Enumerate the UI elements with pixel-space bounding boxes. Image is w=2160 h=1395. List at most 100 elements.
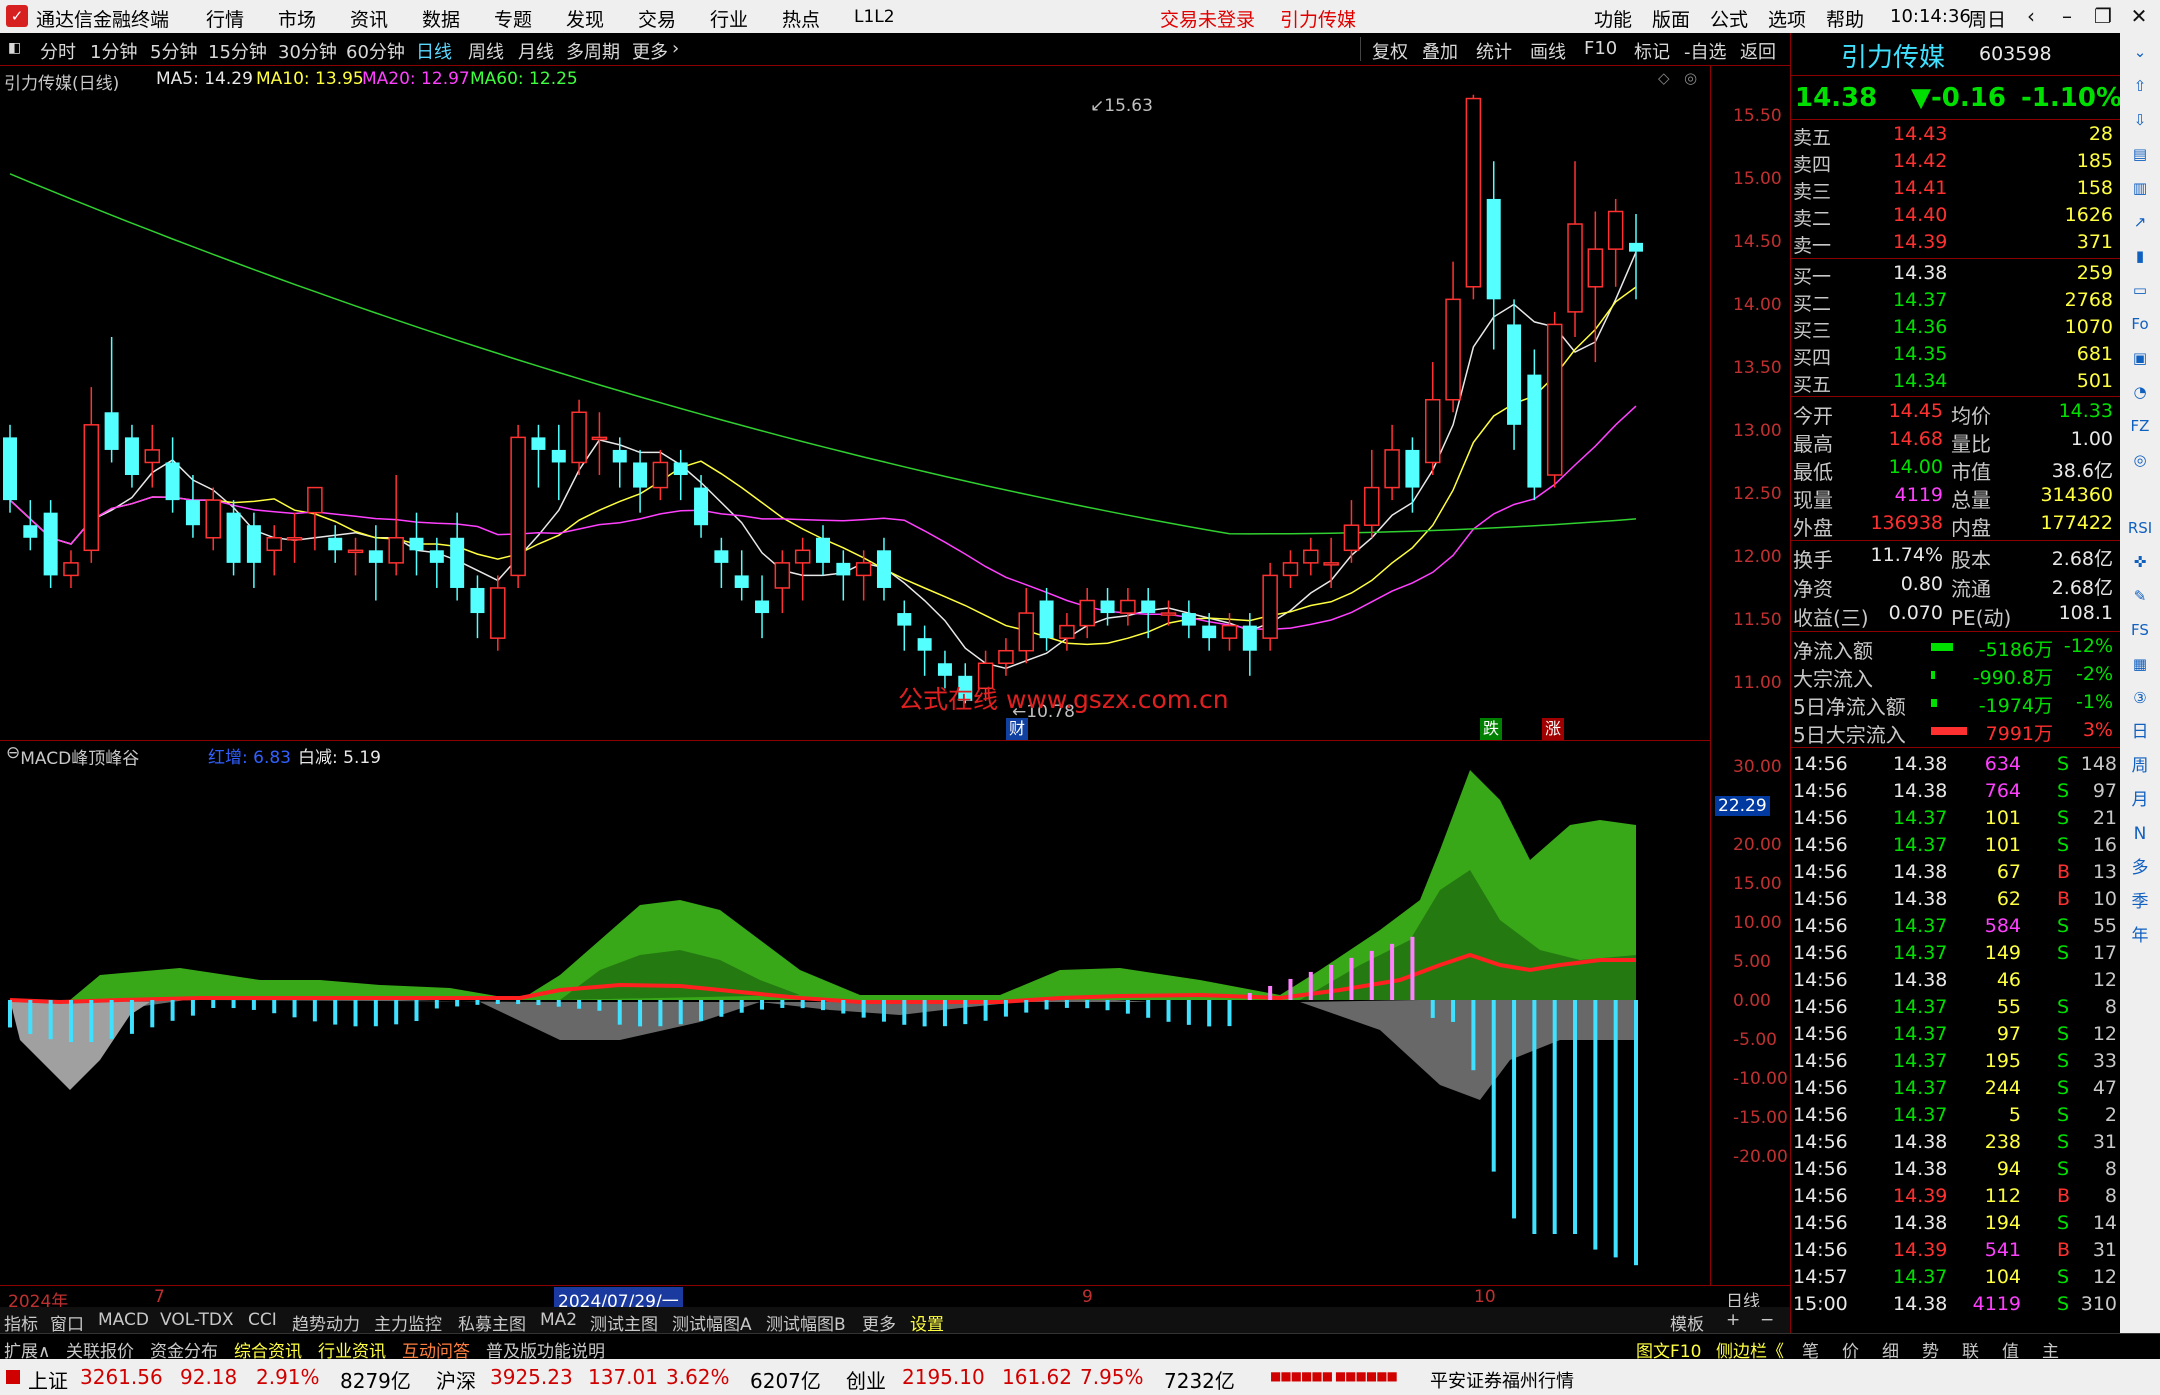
period-fenshi[interactable]: 分时 — [40, 38, 76, 64]
sidebar-tool-icon[interactable]: ③ — [2126, 685, 2154, 711]
candle-body[interactable] — [1262, 574, 1278, 639]
tab-ceshi-b[interactable]: 测试幅图B — [766, 1310, 846, 1335]
btn-fanhui[interactable]: 返回 — [1740, 38, 1776, 64]
sidebar-tool-icon[interactable]: RSI — [2126, 515, 2154, 541]
candle-body[interactable] — [1303, 549, 1319, 564]
candle-body[interactable] — [23, 525, 38, 538]
period-daily[interactable]: 日线 — [416, 38, 452, 64]
restore-icon[interactable]: ❐ — [2086, 3, 2120, 30]
candle-body[interactable] — [347, 549, 364, 554]
candle-body[interactable] — [1465, 97, 1482, 288]
sidebar-tool-icon[interactable]: ⇧ — [2126, 73, 2154, 99]
candle-body[interactable] — [1445, 298, 1461, 401]
sidebar-tool-icon[interactable]: ▤ — [2126, 141, 2154, 167]
candle-body[interactable] — [1242, 625, 1257, 651]
sidebar-tool-icon[interactable]: ↗ — [2126, 209, 2154, 235]
sh-label[interactable]: 上证 — [28, 1365, 68, 1394]
candle-body[interactable] — [531, 437, 546, 450]
tick-row[interactable]: 14:56 14.37 97 S 12 — [1791, 1021, 2121, 1048]
tick-row[interactable]: 14:57 14.37 104 S 12 — [1791, 1264, 2121, 1291]
period-more[interactable]: 更多 — [632, 38, 668, 64]
menu-xuanxiang[interactable]: 选项 — [1768, 5, 1806, 32]
candle-body[interactable] — [307, 486, 323, 514]
tick-row[interactable]: 14:56 14.37 584 S 55 — [1791, 913, 2121, 940]
candle-body[interactable] — [876, 550, 891, 588]
candle-body[interactable] — [1079, 599, 1095, 627]
period-30min[interactable]: 30分钟 — [278, 38, 337, 64]
menu-l1l2[interactable]: L1L2 — [854, 7, 895, 27]
sidebar-period-1[interactable]: 日 — [2126, 719, 2154, 745]
period-weekly[interactable]: 周线 — [468, 38, 504, 64]
tick-row[interactable]: 14:56 14.39 541 B 31 — [1791, 1237, 2121, 1264]
tab-qushi[interactable]: 趋势动力 — [292, 1310, 360, 1335]
candle-body[interactable] — [855, 562, 872, 577]
candle-body[interactable] — [551, 449, 566, 463]
tab-zhuli[interactable]: 主力监控 — [374, 1310, 442, 1335]
menu-banmian[interactable]: 版面 — [1652, 5, 1690, 32]
candle-body[interactable] — [755, 600, 770, 614]
menu-bangzhu[interactable]: 帮助 — [1826, 5, 1864, 32]
btn-huaxian[interactable]: 画线 — [1530, 38, 1566, 64]
candle-body[interactable] — [1202, 625, 1217, 639]
sidebar-period-6[interactable]: 季 — [2126, 889, 2154, 915]
candle-body[interactable] — [1607, 210, 1624, 250]
candle-body[interactable] — [836, 562, 851, 576]
sidebar-tool-icon[interactable]: FS — [2126, 617, 2154, 643]
tag-zhang[interactable]: 涨 — [1542, 718, 1564, 740]
period-multi[interactable]: 多周期 — [566, 38, 620, 64]
candle-body[interactable] — [633, 462, 648, 488]
tick-row[interactable]: 14:56 14.37 5 S 2 — [1791, 1102, 2121, 1129]
add-window-button[interactable]: + — [1726, 1310, 1740, 1330]
candle-body[interactable] — [368, 550, 383, 563]
menu-jiaoyi[interactable]: 交易 — [638, 5, 676, 32]
tab-ceshi-a[interactable]: 测试幅图A — [672, 1310, 752, 1335]
close-icon[interactable]: ✕ — [2122, 3, 2156, 30]
candle-body[interactable] — [897, 613, 912, 626]
sidebar-period-5[interactable]: 多 — [2126, 855, 2154, 881]
sidebar-tool-icon[interactable]: ✎ — [2126, 583, 2154, 609]
tag-die[interactable]: 跌 — [1480, 718, 1502, 740]
candle-body[interactable] — [450, 537, 465, 588]
candle-body[interactable] — [591, 436, 608, 441]
candle-body[interactable] — [1282, 562, 1299, 577]
candle-body[interactable] — [1629, 242, 1643, 252]
tab-macd[interactable]: MACD — [98, 1310, 149, 1330]
candle-body[interactable] — [1039, 600, 1054, 639]
candle-body[interactable] — [104, 412, 119, 450]
candle-body[interactable] — [1507, 324, 1522, 425]
candle-body[interactable] — [1018, 612, 1034, 652]
sidebar-tool-icon[interactable]: ▮ — [2126, 243, 2154, 269]
candle-body[interactable] — [1384, 449, 1400, 489]
sidebar-tool-icon[interactable]: Fo — [2126, 311, 2154, 337]
tab-zhibiao[interactable]: 指标 — [4, 1310, 38, 1335]
chevron-right-icon[interactable]: › — [672, 38, 679, 59]
tab-vol-tdx[interactable]: VOL-TDX — [160, 1310, 234, 1330]
sidebar-tool-icon[interactable]: ⌄ — [2126, 39, 2154, 65]
sidebar-tool-icon[interactable]: ▣ — [2126, 345, 2154, 371]
candle-body[interactable] — [43, 512, 58, 576]
candle-body[interactable] — [734, 575, 749, 588]
candle-body[interactable] — [144, 449, 161, 464]
candle-body[interactable] — [673, 462, 688, 476]
sidebar-tool-icon[interactable]: ▭ — [2126, 277, 2154, 303]
candle-body[interactable] — [490, 587, 506, 639]
tick-row[interactable]: 14:56 14.38 46 12 — [1791, 967, 2121, 994]
candle-body[interactable] — [1160, 612, 1177, 616]
minimize-icon[interactable]: – — [2050, 3, 2084, 30]
tick-row[interactable]: 14:56 14.38 194 S 14 — [1791, 1210, 2121, 1237]
candlestick-chart[interactable] — [0, 66, 1710, 740]
candle-body[interactable] — [226, 512, 241, 563]
candle-body[interactable] — [510, 436, 526, 577]
period-5min[interactable]: 5分钟 — [150, 38, 197, 64]
menu-shichang[interactable]: 市场 — [278, 5, 316, 32]
candle-body[interactable] — [714, 550, 729, 563]
candle-body[interactable] — [1567, 223, 1583, 313]
cy-label[interactable]: 创业 — [846, 1365, 886, 1394]
ask-row[interactable]: 卖二 14.40 1626 — [1791, 202, 2121, 230]
bid-row[interactable]: 买二 14.37 2768 — [1791, 287, 2121, 315]
btn-diejia[interactable]: 叠加 — [1422, 38, 1458, 64]
candle-body[interactable] — [1486, 198, 1501, 300]
candle-body[interactable] — [1141, 600, 1156, 614]
sidebar-tool-icon[interactable]: ▦ — [2126, 651, 2154, 677]
bid-row[interactable]: 买五 14.34 501 — [1791, 368, 2121, 396]
